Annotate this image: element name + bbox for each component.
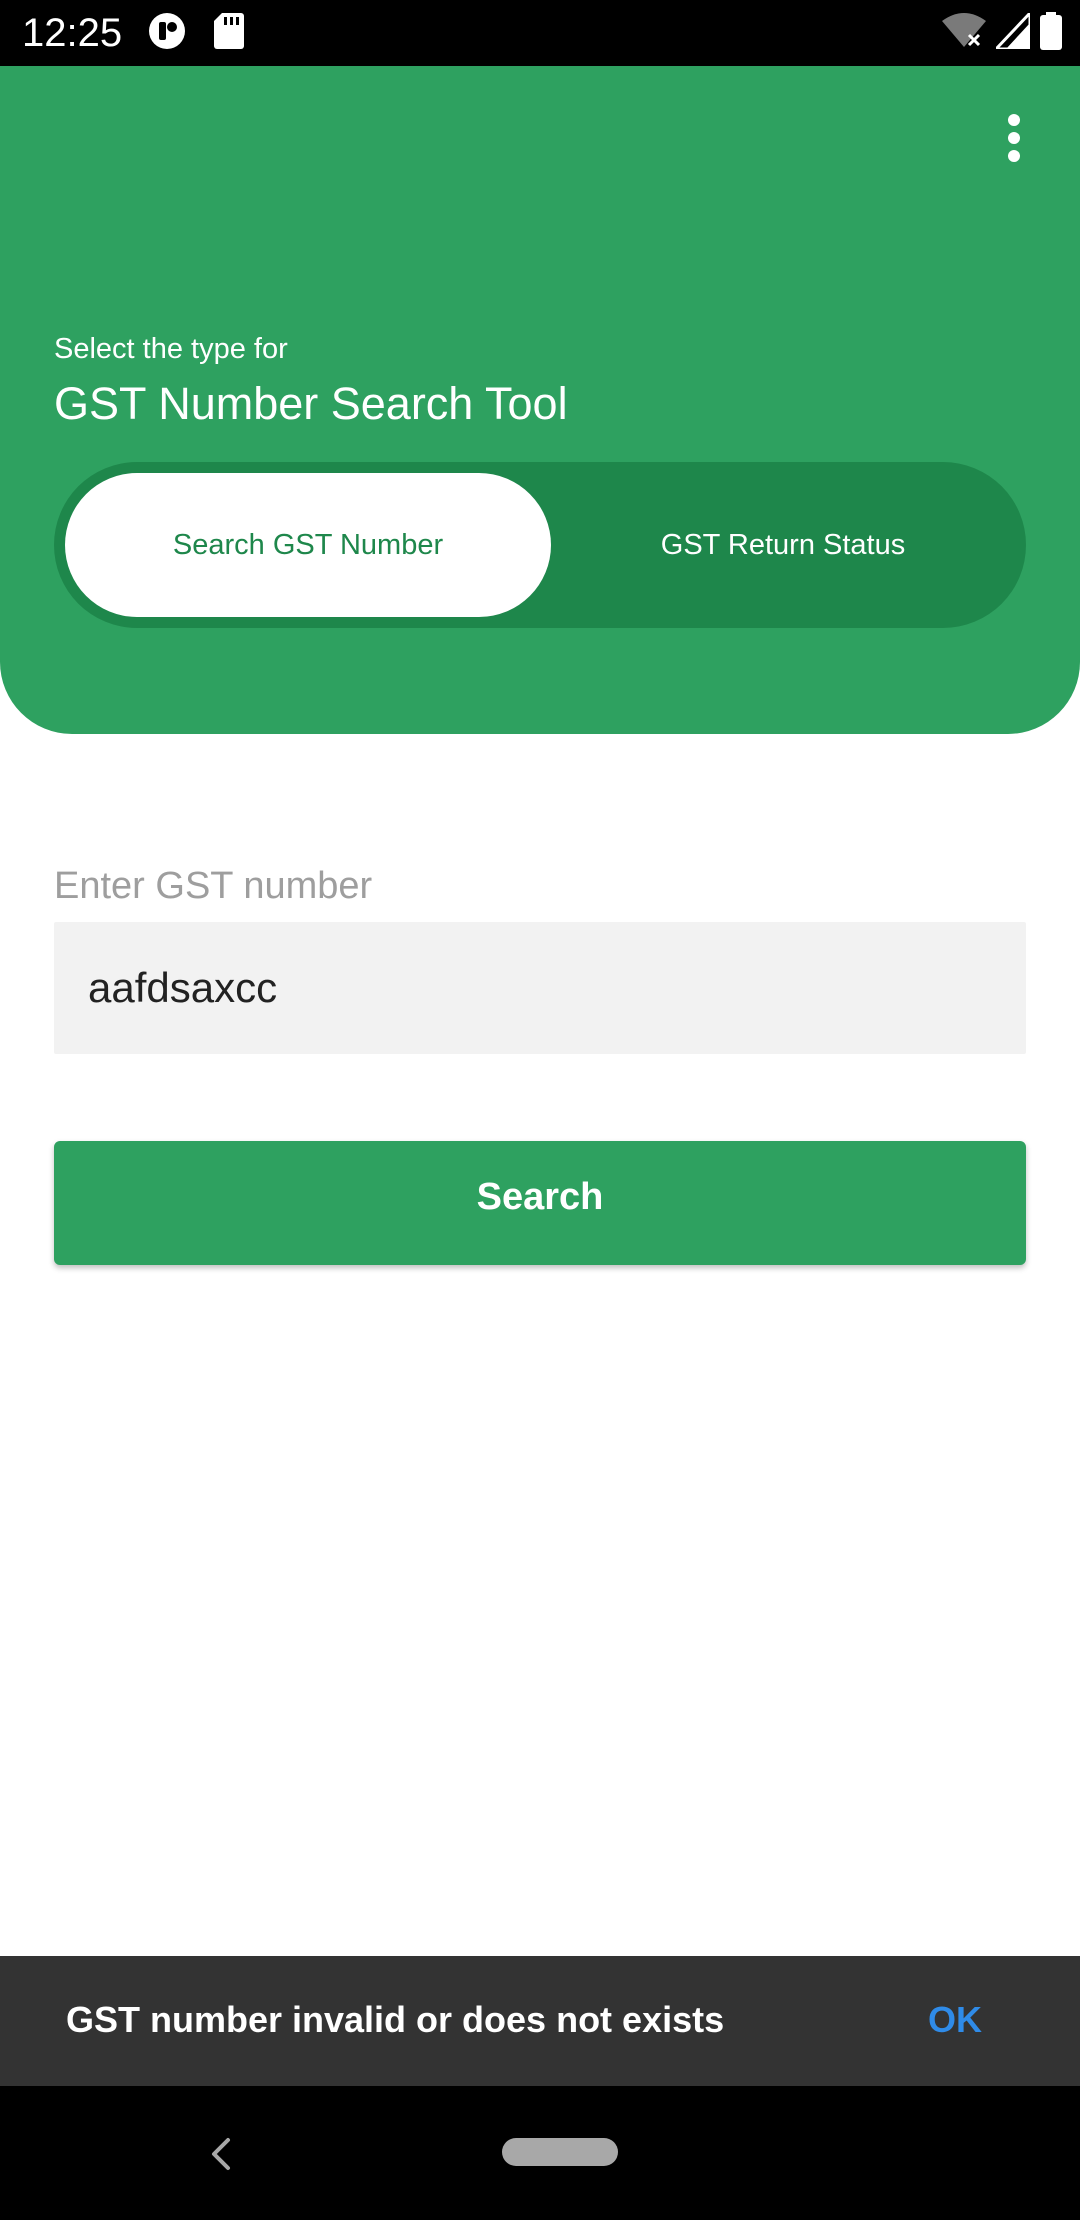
app-notification-icon	[148, 12, 186, 55]
status-right-icons	[942, 8, 1062, 55]
search-button[interactable]: Search	[54, 1141, 1026, 1265]
snackbar-message: GST number invalid or does not exists	[66, 1999, 725, 2040]
wifi-off-icon	[942, 12, 986, 54]
battery-icon	[1040, 11, 1062, 55]
gst-number-label: Enter GST number	[54, 865, 373, 907]
sd-card-icon	[214, 12, 244, 54]
status-left-icons	[148, 12, 244, 55]
header: Select the type for GST Number Search To…	[0, 66, 1080, 734]
gst-number-input[interactable]	[54, 922, 1026, 1054]
snackbar-ok-button[interactable]: OK	[928, 1996, 982, 2044]
screen: 12:25 Select the type for GST Number Sea…	[0, 0, 1080, 2220]
navigation-bar	[0, 2086, 1080, 2220]
signal-icon	[992, 8, 1032, 54]
search-type-toggle: Search GST Number GST Return Status	[54, 462, 1026, 628]
tab-gst-return-status[interactable]: GST Return Status	[551, 473, 1015, 617]
more-vert-icon	[1008, 114, 1020, 162]
status-time: 12:25	[22, 11, 123, 55]
header-subtitle: Select the type for	[54, 333, 288, 365]
more-options-button[interactable]	[984, 108, 1044, 168]
back-button[interactable]	[200, 2132, 244, 2176]
status-bar: 12:25	[0, 0, 1080, 66]
home-pill-icon[interactable]	[502, 2138, 618, 2166]
page-title: GST Number Search Tool	[54, 378, 568, 429]
tab-search-gst-number[interactable]: Search GST Number	[65, 473, 551, 617]
error-snackbar: GST number invalid or does not exists OK	[0, 1956, 1080, 2086]
back-chevron-icon	[212, 2138, 230, 2170]
